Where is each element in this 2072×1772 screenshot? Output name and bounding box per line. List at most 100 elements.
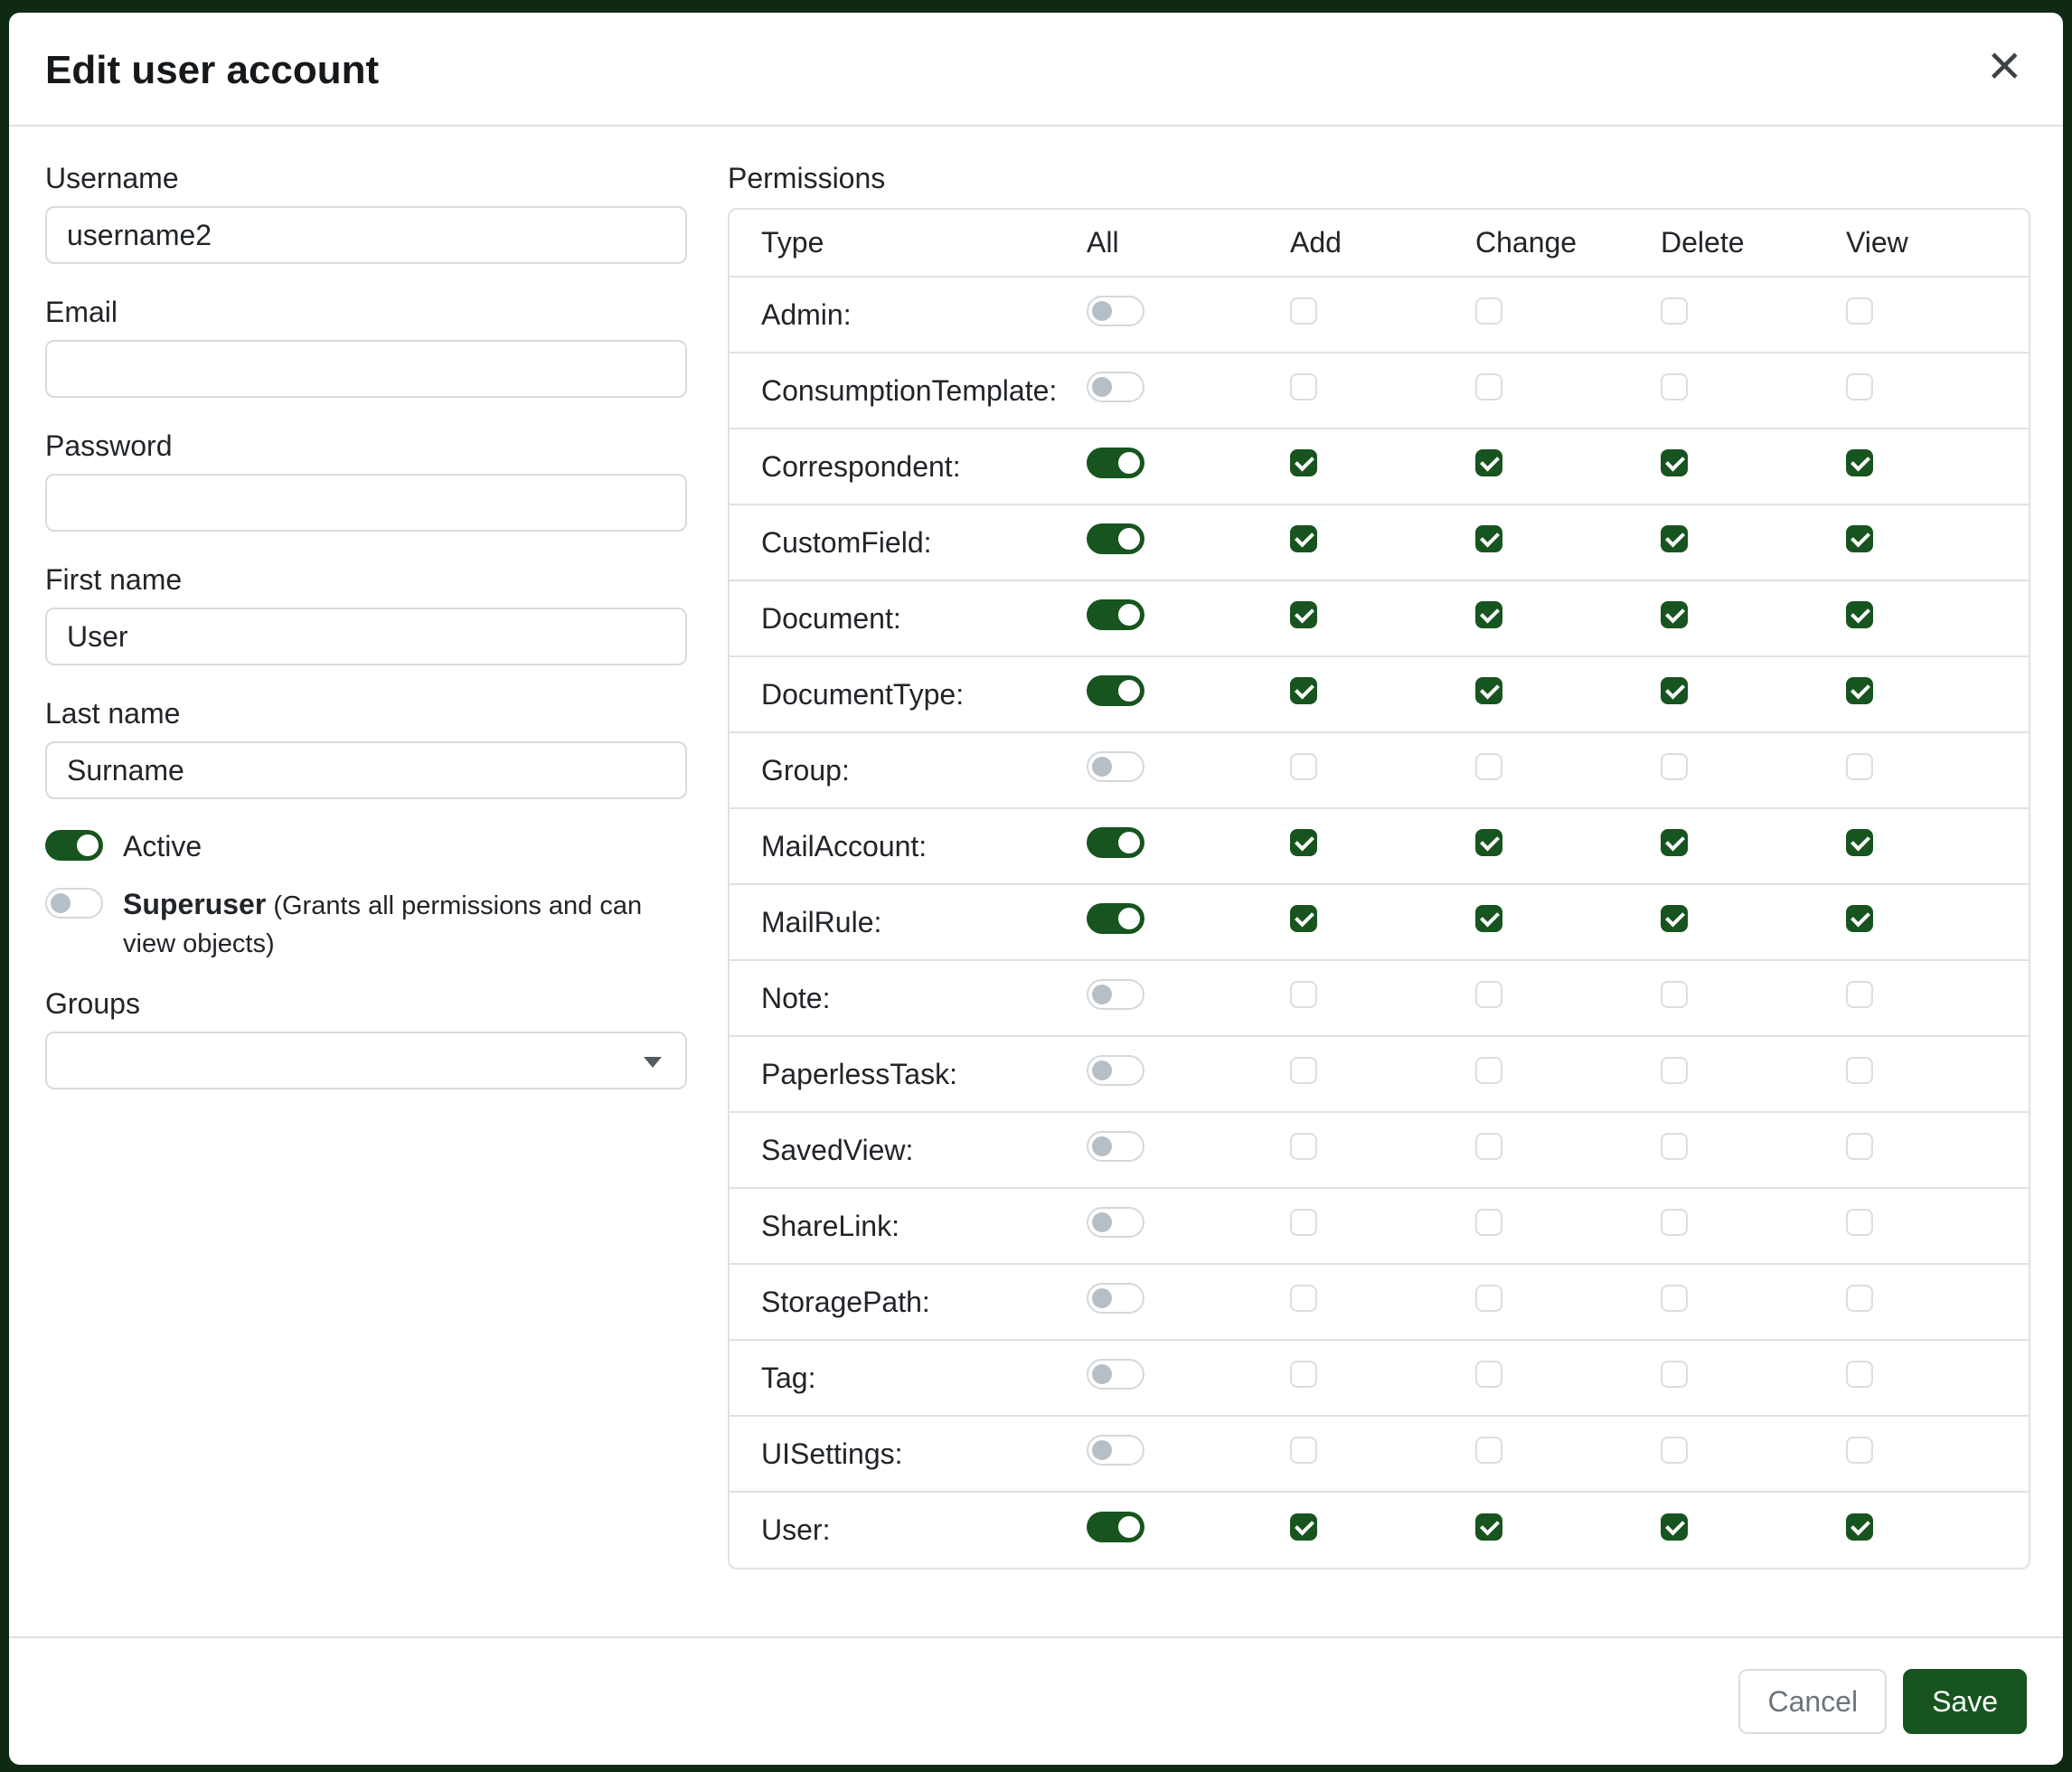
permission-view-checkbox[interactable] (1846, 1057, 1873, 1084)
last-name-input[interactable] (45, 741, 687, 799)
permission-delete-checkbox[interactable] (1661, 1209, 1688, 1236)
permission-add-checkbox[interactable] (1290, 1361, 1317, 1388)
superuser-text: Superuser (Grants all permissions and ca… (123, 885, 656, 963)
permission-delete-checkbox[interactable] (1661, 1057, 1688, 1084)
permission-delete-checkbox[interactable] (1661, 829, 1688, 856)
permission-view-checkbox[interactable] (1846, 449, 1873, 476)
permission-view-checkbox[interactable] (1846, 1133, 1873, 1160)
permission-change-checkbox[interactable] (1475, 981, 1502, 1008)
permission-add-checkbox[interactable] (1290, 1057, 1317, 1084)
username-input[interactable] (45, 206, 687, 264)
permission-add-checkbox[interactable] (1290, 1133, 1317, 1160)
cancel-button[interactable]: Cancel (1738, 1669, 1887, 1734)
active-toggle[interactable] (45, 830, 103, 861)
permission-delete-checkbox[interactable] (1661, 753, 1688, 780)
permission-change-checkbox[interactable] (1475, 525, 1502, 552)
permission-all-toggle[interactable] (1087, 827, 1144, 858)
permission-add-checkbox[interactable] (1290, 1513, 1317, 1541)
permission-all-toggle[interactable] (1087, 979, 1144, 1010)
permission-change-checkbox[interactable] (1475, 449, 1502, 476)
permission-all-toggle[interactable] (1087, 1435, 1144, 1466)
permission-change-checkbox[interactable] (1475, 905, 1502, 932)
permission-all-toggle[interactable] (1087, 448, 1144, 478)
permission-change-checkbox[interactable] (1475, 1361, 1502, 1388)
password-input[interactable] (45, 474, 687, 532)
permission-add-checkbox[interactable] (1290, 1285, 1317, 1312)
permission-delete-checkbox[interactable] (1661, 1437, 1688, 1464)
permission-view-checkbox[interactable] (1846, 373, 1873, 401)
permission-view-checkbox[interactable] (1846, 1437, 1873, 1464)
permission-all-toggle[interactable] (1087, 1283, 1144, 1314)
permission-all-toggle[interactable] (1087, 903, 1144, 934)
permission-change-checkbox[interactable] (1475, 1437, 1502, 1464)
permission-add-checkbox[interactable] (1290, 1209, 1317, 1236)
permission-delete-checkbox[interactable] (1661, 1285, 1688, 1312)
permission-change-checkbox[interactable] (1475, 753, 1502, 780)
permission-delete-checkbox[interactable] (1661, 677, 1688, 704)
permission-delete-checkbox[interactable] (1661, 1513, 1688, 1541)
permission-view-checkbox[interactable] (1846, 677, 1873, 704)
save-button[interactable]: Save (1903, 1669, 2027, 1734)
permission-delete-checkbox[interactable] (1661, 449, 1688, 476)
permission-all-toggle[interactable] (1087, 296, 1144, 326)
permission-all-toggle[interactable] (1087, 675, 1144, 706)
permission-change-checkbox[interactable] (1475, 677, 1502, 704)
permission-delete-checkbox[interactable] (1661, 297, 1688, 325)
permission-all-toggle[interactable] (1087, 1512, 1144, 1542)
permission-add-checkbox[interactable] (1290, 297, 1317, 325)
permission-view-checkbox[interactable] (1846, 525, 1873, 552)
permission-delete-checkbox[interactable] (1661, 1133, 1688, 1160)
permission-view-checkbox[interactable] (1846, 905, 1873, 932)
permission-view-checkbox[interactable] (1846, 297, 1873, 325)
permission-add-checkbox[interactable] (1290, 373, 1317, 401)
permission-add-checkbox[interactable] (1290, 677, 1317, 704)
permission-all-toggle[interactable] (1087, 1207, 1144, 1238)
permission-view-checkbox[interactable] (1846, 829, 1873, 856)
permission-view-checkbox[interactable] (1846, 981, 1873, 1008)
permission-change-checkbox[interactable] (1475, 829, 1502, 856)
permission-change-checkbox[interactable] (1475, 1285, 1502, 1312)
permission-add-checkbox[interactable] (1290, 829, 1317, 856)
permission-delete-checkbox[interactable] (1661, 373, 1688, 401)
permission-add-checkbox[interactable] (1290, 981, 1317, 1008)
permission-delete-checkbox[interactable] (1661, 1361, 1688, 1388)
permission-change-checkbox[interactable] (1475, 601, 1502, 628)
permission-add-checkbox[interactable] (1290, 449, 1317, 476)
permission-add-checkbox[interactable] (1290, 753, 1317, 780)
permission-all-toggle[interactable] (1087, 523, 1144, 554)
permission-all-toggle[interactable] (1087, 599, 1144, 630)
permission-change-checkbox[interactable] (1475, 1133, 1502, 1160)
permission-all-toggle[interactable] (1087, 1131, 1144, 1162)
permission-delete-checkbox[interactable] (1661, 981, 1688, 1008)
permission-add-checkbox[interactable] (1290, 601, 1317, 628)
permission-delete-checkbox[interactable] (1661, 525, 1688, 552)
groups-select[interactable] (45, 1032, 687, 1089)
permission-all-toggle[interactable] (1087, 1359, 1144, 1390)
superuser-toggle[interactable] (45, 888, 103, 919)
email-label: Email (45, 295, 687, 329)
permission-add-checkbox[interactable] (1290, 525, 1317, 552)
permission-change-checkbox[interactable] (1475, 1209, 1502, 1236)
permission-all-toggle[interactable] (1087, 372, 1144, 402)
permission-add-checkbox[interactable] (1290, 905, 1317, 932)
permission-view-checkbox[interactable] (1846, 1285, 1873, 1312)
first-name-input[interactable] (45, 608, 687, 665)
last-name-label: Last name (45, 696, 687, 730)
permission-view-checkbox[interactable] (1846, 753, 1873, 780)
permission-add-checkbox[interactable] (1290, 1437, 1317, 1464)
permission-view-checkbox[interactable] (1846, 1209, 1873, 1236)
permission-change-checkbox[interactable] (1475, 373, 1502, 401)
close-icon[interactable]: × (1983, 43, 2027, 87)
email-input[interactable] (45, 340, 687, 398)
permission-change-checkbox[interactable] (1475, 1513, 1502, 1541)
permission-delete-checkbox[interactable] (1661, 905, 1688, 932)
permission-view-checkbox[interactable] (1846, 601, 1873, 628)
permission-change-checkbox[interactable] (1475, 1057, 1502, 1084)
permission-change-checkbox[interactable] (1475, 297, 1502, 325)
permission-all-toggle[interactable] (1087, 751, 1144, 782)
permission-all-toggle[interactable] (1087, 1055, 1144, 1086)
permission-delete-checkbox[interactable] (1661, 601, 1688, 628)
permission-view-checkbox[interactable] (1846, 1361, 1873, 1388)
permission-view-checkbox[interactable] (1846, 1513, 1873, 1541)
groups-label: Groups (45, 986, 687, 1021)
